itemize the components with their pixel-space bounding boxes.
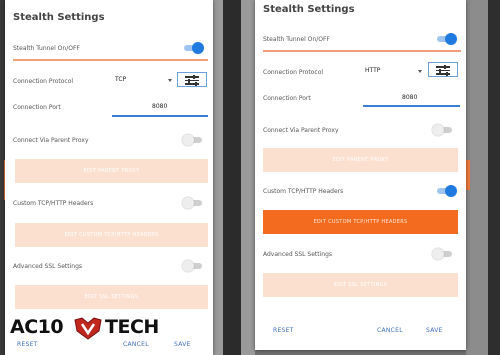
chevron-down-icon[interactable] <box>418 70 422 73</box>
advanced-ssl-toggle[interactable] <box>432 248 454 260</box>
connection-port-input[interactable]: 8080 <box>152 103 167 110</box>
custom-headers-label: Custom TCP/HTTP Headers <box>13 200 94 207</box>
connection-protocol-label: Connection Protocol <box>13 78 74 85</box>
stealth-tunnel-toggle[interactable] <box>435 33 457 45</box>
stealth-settings-dialog-left: Stealth Settings Stealth Tunnel On/OFF C… <box>5 0 213 355</box>
stealth-tunnel-label: Stealth Tunnel On/OFF <box>13 45 80 52</box>
logo-text-right: TECH <box>105 316 159 338</box>
custom-headers-toggle[interactable] <box>182 197 204 209</box>
port-input-underline <box>363 105 460 107</box>
divider <box>13 59 208 61</box>
stealth-tunnel-toggle[interactable] <box>182 42 204 54</box>
background-shade <box>488 0 500 355</box>
connection-protocol-select[interactable]: TCP <box>115 76 126 83</box>
advanced-ssl-toggle[interactable] <box>182 260 204 272</box>
stealth-settings-dialog-right: Stealth Settings Stealth Tunnel On/OFF C… <box>255 0 466 350</box>
sliders-icon[interactable] <box>428 62 458 77</box>
stealth-tunnel-label: Stealth Tunnel On/OFF <box>263 36 330 43</box>
logo-emblem-icon <box>74 317 102 340</box>
reset-button[interactable]: RESET <box>273 327 294 334</box>
connection-protocol-label: Connection Protocol <box>263 69 324 76</box>
divider <box>263 50 461 52</box>
background-accent <box>466 160 470 190</box>
background-strip-right <box>466 0 500 355</box>
background-shade <box>223 0 241 355</box>
parent-proxy-toggle[interactable] <box>432 124 454 136</box>
connection-port-label: Connection Port <box>13 104 61 111</box>
reset-button[interactable]: RESET <box>17 341 38 348</box>
edit-ssl-settings-button[interactable]: EDIT SSL SETTINGS <box>15 285 208 309</box>
custom-headers-label: Custom TCP/HTTP Headers <box>263 188 344 195</box>
edit-custom-headers-button[interactable]: EDIT CUSTOM TCP/HTTP HEADERS <box>263 210 458 234</box>
dialog-title: Stealth Settings <box>263 4 355 15</box>
edit-parent-proxy-button[interactable]: EDIT PARENT PROXY <box>15 159 208 183</box>
connection-port-label: Connection Port <box>263 95 311 102</box>
background-strip-middle <box>213 0 255 355</box>
save-button[interactable]: SAVE <box>174 341 191 348</box>
cancel-button[interactable]: CANCEL <box>123 341 149 348</box>
edit-parent-proxy-button[interactable]: EDIT PARENT PROXY <box>263 148 458 172</box>
parent-proxy-label: Connect Via Parent Proxy <box>13 137 89 144</box>
dialog-title: Stealth Settings <box>13 12 105 23</box>
cancel-button[interactable]: CANCEL <box>377 327 403 334</box>
advanced-ssl-label: Advanced SSL Settings <box>13 263 83 270</box>
custom-headers-toggle[interactable] <box>435 185 457 197</box>
edit-ssl-settings-button[interactable]: EDIT SSL SETTINGS <box>263 273 458 297</box>
advanced-ssl-label: Advanced SSL Settings <box>263 251 333 258</box>
sliders-icon[interactable] <box>177 72 207 87</box>
save-button[interactable]: SAVE <box>426 327 443 334</box>
parent-proxy-label: Connect Via Parent Proxy <box>263 127 339 134</box>
logo-text-left: AC10 <box>10 316 64 338</box>
connection-port-input[interactable]: 8080 <box>402 94 417 101</box>
edit-custom-headers-button[interactable]: EDIT CUSTOM TCP/HTTP HEADERS <box>15 223 208 247</box>
port-input-underline <box>112 115 208 117</box>
chevron-down-icon[interactable] <box>168 79 172 82</box>
connection-protocol-select[interactable]: HTTP <box>365 67 380 74</box>
parent-proxy-toggle[interactable] <box>182 134 204 146</box>
